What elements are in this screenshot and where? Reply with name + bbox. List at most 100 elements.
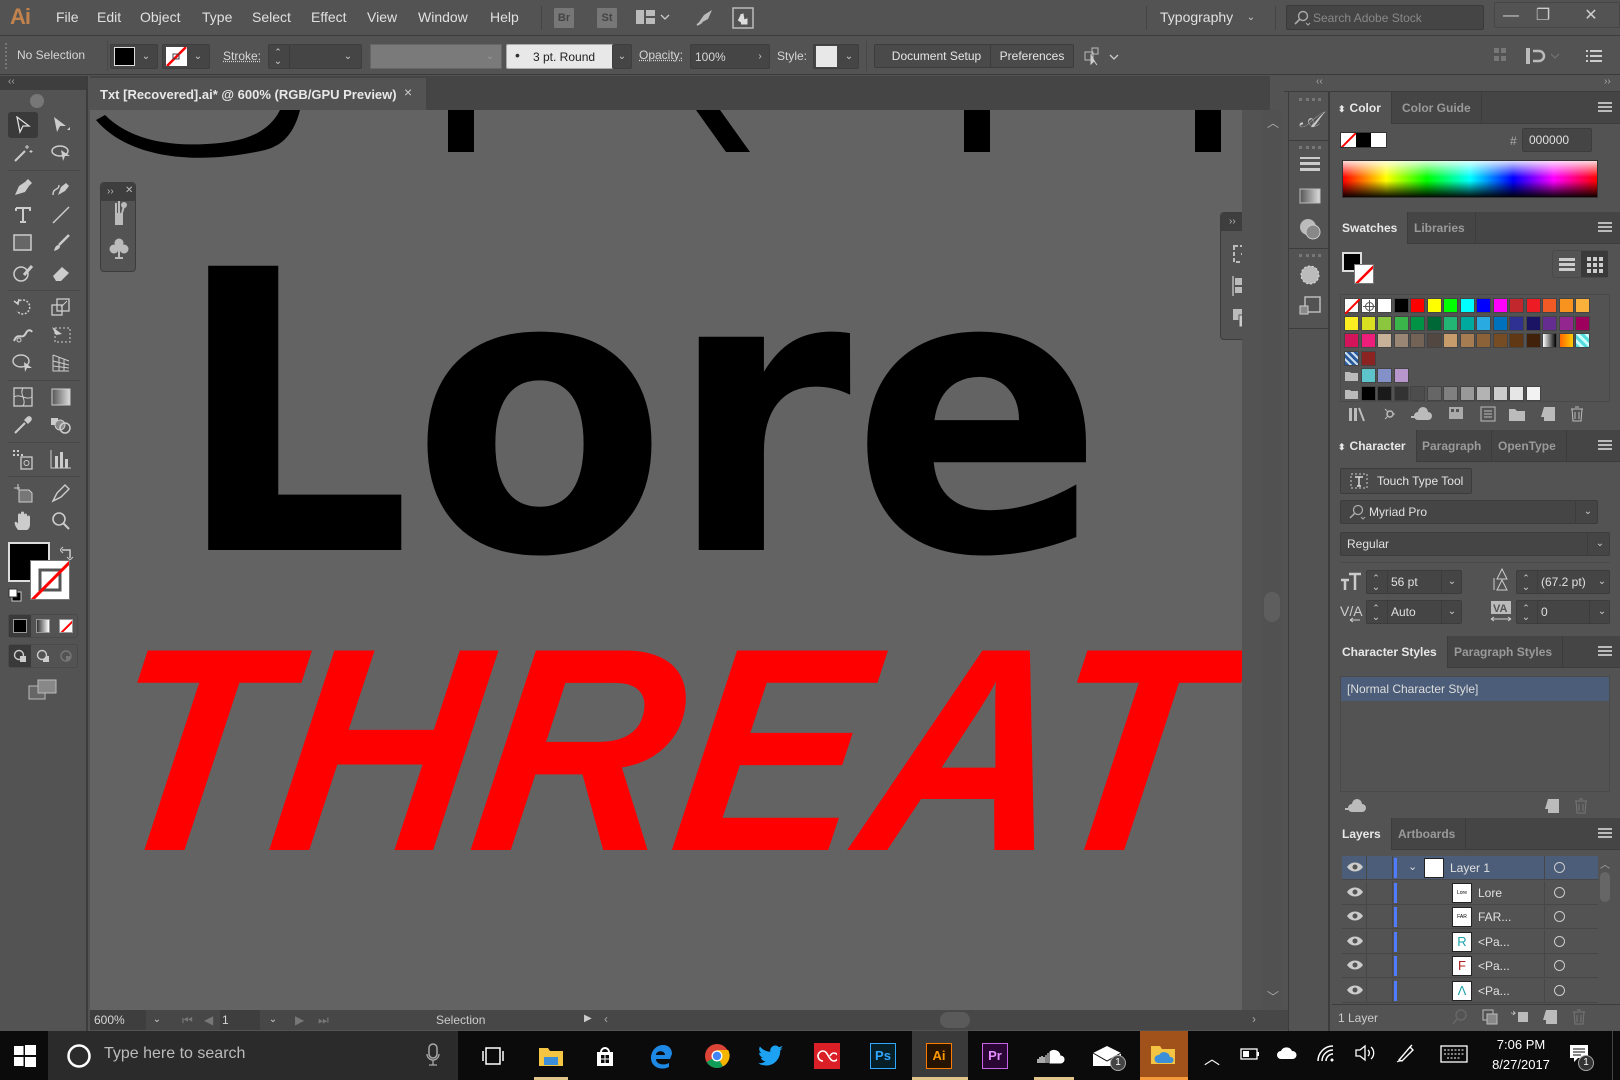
onedrive-folder-active[interactable] xyxy=(1140,1031,1188,1080)
add-to-library-icon[interactable] xyxy=(1410,406,1434,422)
target-circle-icon[interactable] xyxy=(1554,862,1565,873)
brushes-icon[interactable] xyxy=(109,199,129,227)
align-panel-icon[interactable] xyxy=(1231,275,1242,297)
tab-libraries[interactable]: Libraries xyxy=(1404,212,1476,244)
vertical-scroll-thumb[interactable] xyxy=(1264,592,1280,622)
mesh-tool[interactable] xyxy=(8,384,38,410)
menu-effect[interactable]: Effect xyxy=(311,9,347,25)
swatch[interactable] xyxy=(1558,315,1574,331)
mail-icon[interactable]: 1 xyxy=(1090,1039,1126,1073)
arrange-documents-icon[interactable] xyxy=(636,9,670,27)
visibility-eye-icon[interactable] xyxy=(1346,861,1364,873)
gradient-panel-icon[interactable] xyxy=(1299,188,1321,204)
add-to-library-icon[interactable] xyxy=(1344,798,1368,814)
visibility-eye-icon[interactable] xyxy=(1346,910,1364,922)
menu-object[interactable]: Object xyxy=(140,9,180,25)
battery-icon[interactable] xyxy=(1240,1047,1260,1061)
pattern-swatch[interactable] xyxy=(1575,333,1590,348)
swatch[interactable] xyxy=(1459,315,1475,331)
visibility-eye-icon[interactable] xyxy=(1346,984,1364,996)
menu-window[interactable]: Window xyxy=(418,9,468,25)
menu-select[interactable]: Select xyxy=(252,9,291,25)
new-style-icon[interactable] xyxy=(1544,798,1560,814)
swatch[interactable] xyxy=(1525,333,1541,348)
collapse-dock-icon[interactable]: ‹‹ xyxy=(1316,76,1323,87)
make-clipping-mask-icon[interactable] xyxy=(1482,1009,1498,1025)
panel-grip[interactable] xyxy=(1299,98,1321,101)
leading-field[interactable]: ⌃ ⌄ (67.2 pt) ⌄ xyxy=(1516,570,1610,594)
expand-panel-icon[interactable]: ›› xyxy=(1229,216,1236,227)
swatch[interactable] xyxy=(1476,298,1491,313)
tab-character-styles[interactable]: Character Styles xyxy=(1332,636,1448,668)
file-explorer-icon[interactable] xyxy=(534,1039,568,1073)
line-segment-tool[interactable] xyxy=(46,202,76,228)
stroke-weight-field[interactable]: ⌃ ⌄ ⌄ xyxy=(268,44,362,69)
swatch[interactable] xyxy=(1443,333,1458,348)
target-circle-icon[interactable] xyxy=(1554,960,1565,971)
target-circle-icon[interactable] xyxy=(1554,935,1565,947)
menu-edit[interactable]: Edit xyxy=(97,9,121,25)
swatch[interactable] xyxy=(1525,298,1541,313)
show-desktop-button[interactable] xyxy=(1612,1031,1613,1080)
publish-icon[interactable] xyxy=(732,7,754,29)
hex-color-input[interactable]: 000000 xyxy=(1522,128,1592,152)
scale-tool[interactable] xyxy=(46,294,76,320)
lock-toggle[interactable] xyxy=(1368,954,1392,978)
chevron-down-icon[interactable]: ⌄ xyxy=(266,1013,280,1027)
document-tab[interactable]: Txt [Recovered].ai* @ 600% (RGB/GPU Prev… xyxy=(90,78,426,110)
close-window-button[interactable]: ✕ xyxy=(1575,5,1607,29)
first-artboard-icon[interactable]: ⏮ xyxy=(182,1013,193,1028)
onedrive-icon[interactable] xyxy=(1276,1046,1298,1060)
gradient-mode-button[interactable] xyxy=(36,619,50,633)
stroke-label[interactable]: Stroke: xyxy=(223,49,261,63)
direct-selection-tool[interactable] xyxy=(46,112,76,138)
restore-button[interactable]: ❐ xyxy=(1527,5,1559,29)
new-layer-icon[interactable] xyxy=(1542,1009,1558,1025)
color-group-folder-icon[interactable] xyxy=(1344,386,1359,401)
lock-toggle[interactable] xyxy=(1368,881,1392,905)
preferences-button[interactable]: Preferences xyxy=(990,44,1074,68)
pen-workspace-icon[interactable] xyxy=(1396,1043,1416,1063)
bridge-button[interactable]: Br xyxy=(554,8,574,28)
chevron-down-icon[interactable]: ⌄ xyxy=(150,1013,164,1027)
layer-row[interactable]: Lore Lore xyxy=(1342,880,1598,905)
stepper-down-icon[interactable]: ⌄ xyxy=(1519,581,1533,595)
swatch[interactable] xyxy=(1492,385,1508,401)
draw-behind-icon[interactable] xyxy=(36,649,50,663)
swatch[interactable] xyxy=(1509,315,1524,331)
menu-help[interactable]: Help xyxy=(490,9,519,25)
swatch-libraries-icon[interactable] xyxy=(1348,406,1366,422)
stroke-panel-icon[interactable] xyxy=(1299,156,1321,172)
glyphs-panel-icon[interactable]: 𝒜 xyxy=(1299,108,1320,133)
gpu-performance-icon[interactable] xyxy=(694,7,716,29)
panel-grip[interactable] xyxy=(1299,146,1321,149)
none-mode-button[interactable] xyxy=(59,619,73,633)
swatch[interactable] xyxy=(1426,315,1442,331)
rotate-tool[interactable] xyxy=(8,294,38,320)
variable-width-profile[interactable]: ⌄ xyxy=(370,44,502,69)
black-swatch[interactable] xyxy=(1356,133,1371,147)
symbols-icon[interactable] xyxy=(109,237,129,261)
swatch[interactable] xyxy=(1542,315,1557,331)
swatch-options-icon[interactable] xyxy=(1480,406,1496,422)
tab-paragraph-styles[interactable]: Paragraph Styles xyxy=(1444,636,1564,668)
panel-menu-icon[interactable] xyxy=(1598,646,1612,656)
next-artboard-icon[interactable]: ▶ xyxy=(295,1013,304,1027)
swatch[interactable] xyxy=(1410,333,1425,348)
swatch[interactable] xyxy=(1393,298,1409,313)
stroke-swatch[interactable] xyxy=(30,560,70,600)
swatch[interactable] xyxy=(1426,298,1442,313)
previous-artboard-icon[interactable]: ◀ xyxy=(204,1013,213,1027)
status-menu-arrow-icon[interactable]: ▶ xyxy=(584,1013,592,1024)
brush-dropdown[interactable]: ⌄ xyxy=(612,44,632,69)
lock-toggle[interactable] xyxy=(1368,930,1392,954)
stock-search-input[interactable]: Search Adobe Stock xyxy=(1286,5,1484,30)
swatch[interactable] xyxy=(1377,333,1392,348)
swatch[interactable] xyxy=(1360,385,1376,401)
swatch[interactable] xyxy=(1459,385,1475,401)
panel-grip[interactable] xyxy=(1299,254,1321,257)
magic-wand-tool[interactable] xyxy=(8,140,38,166)
eyedropper-tool[interactable] xyxy=(8,412,38,438)
scroll-right-icon[interactable]: › xyxy=(1252,1012,1256,1026)
tab-artboards[interactable]: Artboards xyxy=(1388,818,1467,850)
